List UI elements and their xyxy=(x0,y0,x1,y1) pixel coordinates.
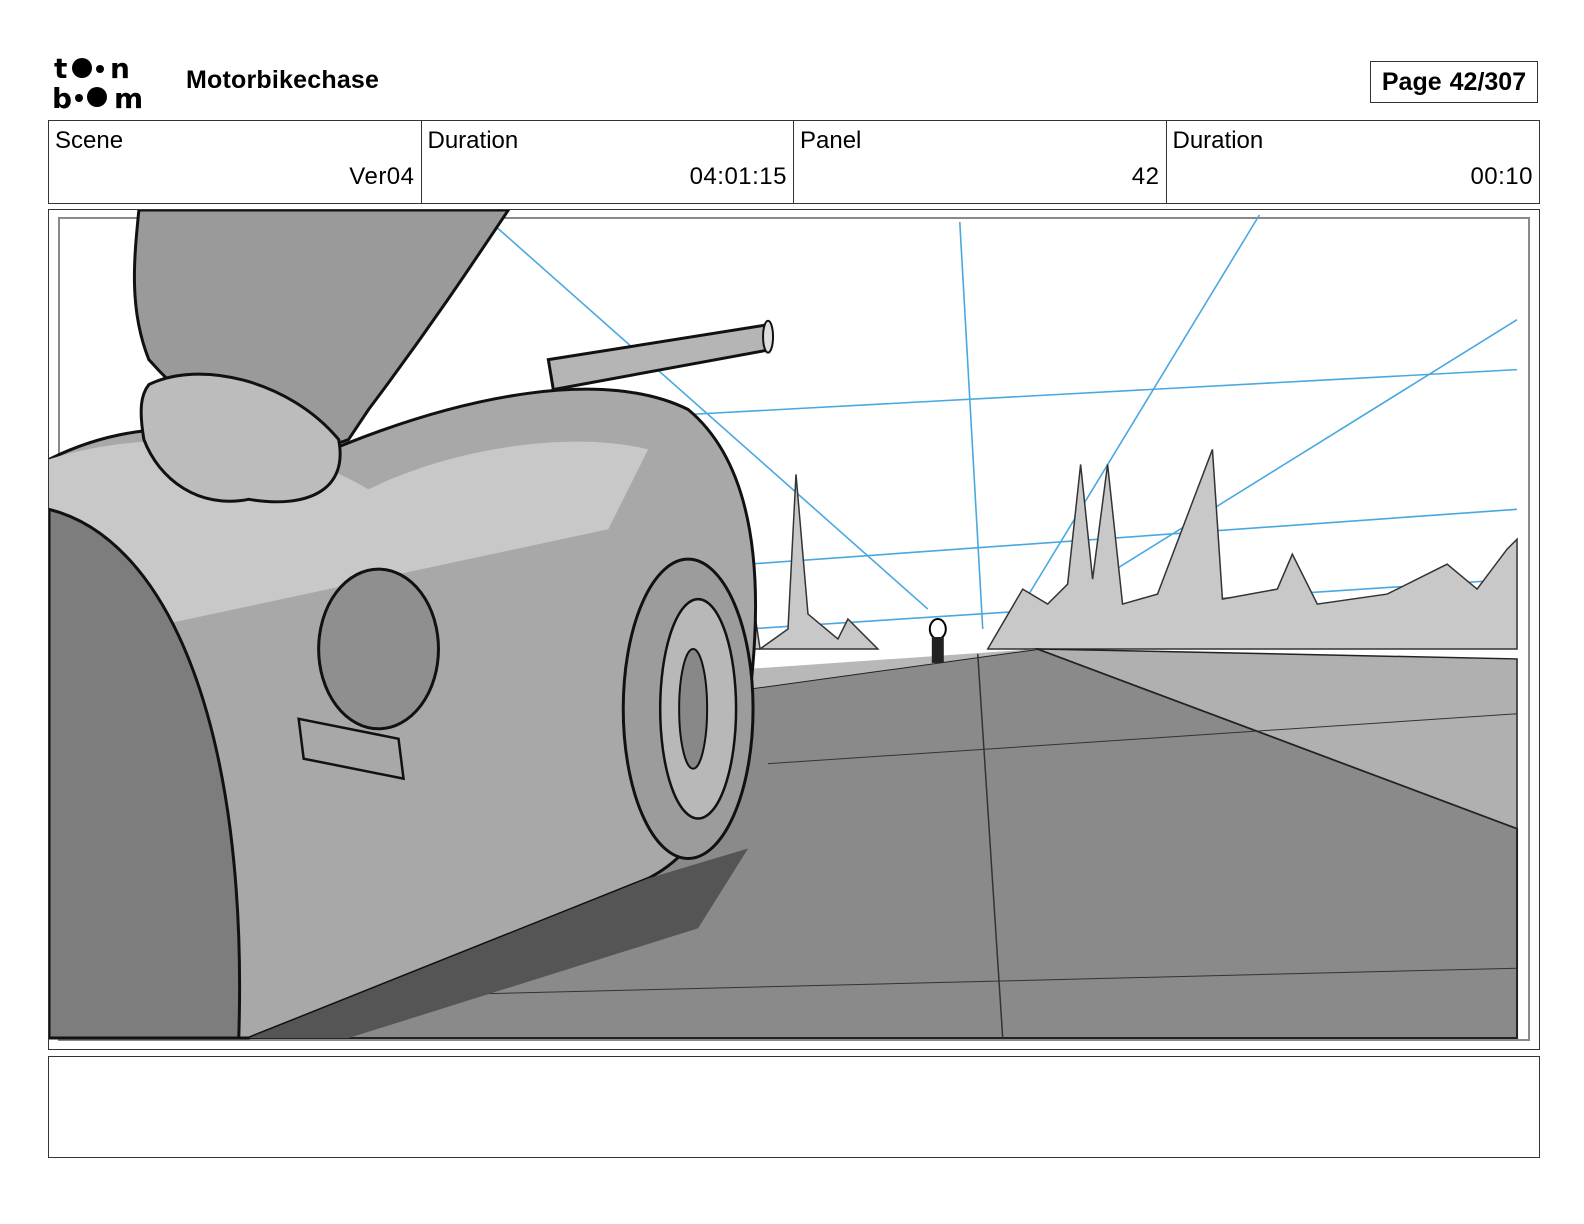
svg-text:b: b xyxy=(52,82,72,110)
page-indicator: Page 42/307 xyxy=(1370,61,1538,103)
panel-duration-label: Duration xyxy=(1172,127,1264,154)
storyboard-sketch-image xyxy=(49,210,1539,1049)
scene-label: Scene xyxy=(55,127,124,154)
panel-duration-cell: Duration 00:10 xyxy=(1167,121,1540,203)
panel-value: 42 xyxy=(1131,163,1160,190)
scene-duration-label: Duration xyxy=(427,127,519,154)
page-label: Page xyxy=(1381,67,1442,96)
distant-rider xyxy=(928,618,947,663)
scene-duration-cell: Duration 04:01:15 xyxy=(422,121,794,203)
panel-duration-value: 00:10 xyxy=(1470,163,1533,190)
scene-duration-value: 04:01:15 xyxy=(689,163,787,190)
toon-boom-logo: t n b m xyxy=(52,52,164,110)
scene-value: Ver04 xyxy=(349,163,415,190)
project-title: Motorbikechase xyxy=(186,66,380,94)
svg-text:t: t xyxy=(54,52,67,85)
page-number: 42/307 xyxy=(1449,67,1527,96)
panel-cell: Panel 42 xyxy=(794,121,1167,203)
panel-notes-box xyxy=(48,1056,1540,1158)
svg-text:m: m xyxy=(114,82,143,110)
scene-info-table: Scene Ver04 Duration 04:01:15 Panel 42 D… xyxy=(48,120,1540,204)
storyboard-panel xyxy=(48,209,1540,1050)
svg-text:n: n xyxy=(110,52,130,85)
scene-cell: Scene Ver04 xyxy=(49,121,422,203)
panel-label: Panel xyxy=(800,127,862,154)
